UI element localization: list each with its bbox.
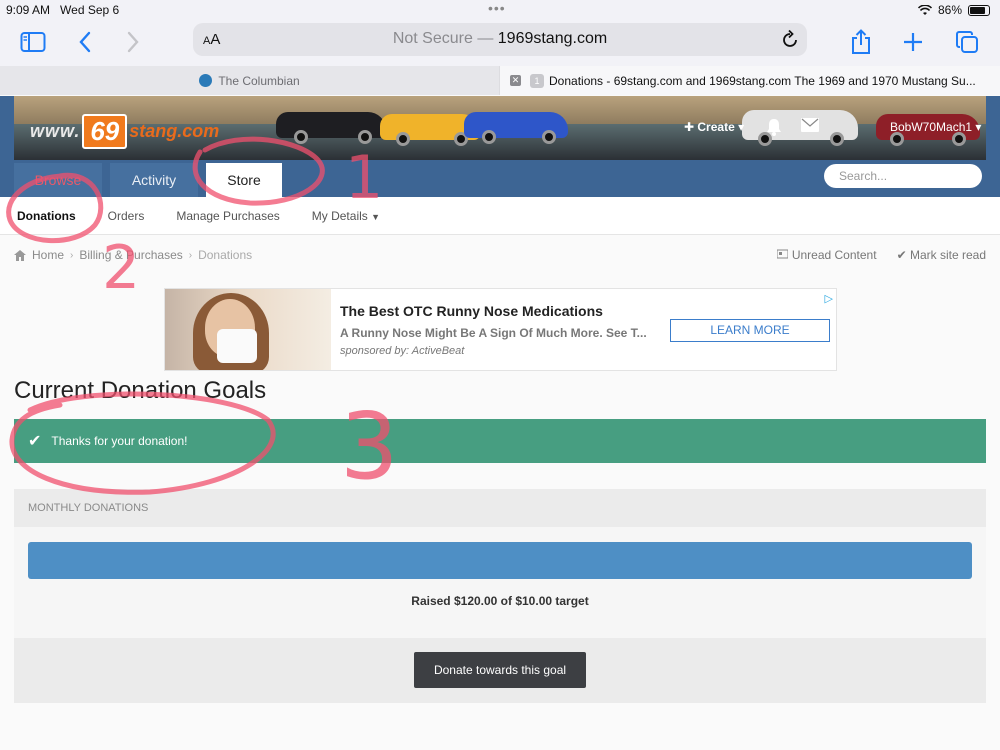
subnav-orders[interactable]: Orders bbox=[108, 209, 145, 223]
breadcrumb-billing[interactable]: Billing & Purchases bbox=[79, 248, 182, 262]
ad-learn-more-button[interactable]: LEARN MORE bbox=[670, 319, 830, 342]
battery-icon bbox=[968, 4, 990, 16]
tab-overview-icon[interactable] bbox=[952, 28, 982, 56]
sidebar-icon[interactable] bbox=[18, 28, 48, 56]
donate-button[interactable]: Donate towards this goal bbox=[414, 652, 586, 688]
search-input[interactable]: Search... bbox=[824, 164, 982, 188]
browser-toolbar: AA Not Secure — 1969stang.com bbox=[0, 20, 1000, 66]
caret-down-icon: ▼ bbox=[371, 211, 381, 222]
ad-title[interactable]: The Best OTC Runny Nose Medications bbox=[340, 303, 603, 319]
home-icon bbox=[14, 249, 26, 261]
multitask-dots-icon[interactable]: ••• bbox=[488, 0, 506, 16]
breadcrumb-home[interactable]: Home bbox=[32, 248, 64, 262]
mail-icon[interactable] bbox=[801, 118, 819, 137]
chevron-right-icon: › bbox=[188, 249, 193, 261]
subnav-donations[interactable]: Donations bbox=[17, 209, 76, 223]
nav-store[interactable]: Store bbox=[206, 163, 282, 197]
nav-browse[interactable]: Browse bbox=[14, 163, 102, 197]
create-menu-button[interactable]: ✚ Create ▾ bbox=[684, 120, 744, 134]
raised-amount: Raised $120.00 of $10.00 target bbox=[411, 594, 589, 608]
battery-percent: 86% bbox=[937, 3, 962, 17]
new-tab-icon[interactable] bbox=[898, 28, 928, 56]
status-bar: 9:09 AM Wed Sep 6 ••• 86% bbox=[0, 0, 1000, 20]
check-icon: ✔ bbox=[896, 248, 907, 262]
user-menu[interactable]: BobW70Mach1 ▾ bbox=[890, 120, 981, 134]
page-title: Current Donation Goals bbox=[14, 377, 267, 404]
newspaper-icon bbox=[776, 249, 789, 259]
forward-icon[interactable] bbox=[118, 28, 148, 56]
chevron-right-icon: › bbox=[70, 249, 74, 261]
wifi-icon bbox=[917, 4, 932, 15]
ad-photo bbox=[165, 289, 331, 370]
site-banner: www. 69 stang.com ✚ Create ▾ BobW70Mach1 ▾ bbox=[14, 96, 986, 160]
site-logo[interactable]: www. 69 stang.com bbox=[30, 114, 219, 149]
share-icon[interactable] bbox=[846, 28, 876, 56]
breadcrumb: Home › Billing & Purchases › Donations bbox=[14, 248, 252, 262]
unread-content-link[interactable]: Unread Content bbox=[776, 248, 877, 262]
breadcrumb-current: Donations bbox=[198, 248, 253, 262]
subnav-manage-purchases[interactable]: Manage Purchases bbox=[176, 209, 279, 223]
columbian-favicon-icon bbox=[199, 74, 213, 87]
ad-sponsor: sponsored by: ActiveBeat bbox=[340, 345, 465, 357]
progress-bar bbox=[28, 542, 972, 579]
progress-fill bbox=[28, 542, 972, 579]
annotation-number-2: 2 bbox=[102, 233, 140, 303]
goal-footer: Donate towards this goal bbox=[14, 638, 986, 703]
breadcrumb-actions: Unread Content ✔ Mark site read bbox=[776, 248, 986, 262]
address-bar[interactable]: AA Not Secure — 1969stang.com bbox=[193, 23, 807, 56]
status-right: 86% bbox=[917, 3, 990, 17]
ad-description: A Runny Nose Might Be A Sign Of Much Mor… bbox=[340, 326, 647, 340]
site-header: www. 69 stang.com ✚ Create ▾ BobW70Mach1 ▾… bbox=[0, 96, 1000, 197]
success-message: ✔ Thanks for your donation! bbox=[14, 419, 986, 463]
advertisement[interactable]: The Best OTC Runny Nose Medications A Ru… bbox=[164, 288, 837, 371]
bell-icon[interactable] bbox=[766, 118, 782, 141]
tab-count-badge: 1 bbox=[530, 73, 544, 88]
tab-the-columbian[interactable]: The Columbian bbox=[0, 66, 499, 95]
nav-activity[interactable]: Activity bbox=[110, 163, 198, 197]
tab-donations[interactable]: ✕ 1 Donations - 69stang.com and 1969stan… bbox=[500, 66, 1000, 95]
subnav-my-details[interactable]: My Details ▼ bbox=[312, 209, 380, 223]
url-text[interactable]: Not Secure — 1969stang.com bbox=[193, 30, 807, 48]
store-subnav: Donations Orders Manage Purchases My Det… bbox=[0, 197, 1000, 235]
goal-heading: MONTHLY DONATIONS bbox=[14, 489, 986, 527]
reload-icon[interactable] bbox=[781, 29, 799, 54]
checkmark-icon: ✔ bbox=[28, 433, 42, 450]
main-nav: Browse Activity Store bbox=[14, 163, 290, 197]
status-time: 9:09 AM Wed Sep 6 bbox=[6, 3, 120, 17]
donation-goal: MONTHLY DONATIONS Raised $120.00 of $10.… bbox=[14, 489, 986, 703]
mark-site-read-link[interactable]: ✔ Mark site read bbox=[897, 248, 986, 262]
close-tab-icon[interactable]: ✕ bbox=[510, 75, 521, 86]
browser-tabs: The Columbian ✕ 1 Donations - 69stang.co… bbox=[0, 66, 1000, 95]
adchoices-icon[interactable]: ▷ bbox=[825, 292, 833, 305]
back-icon[interactable] bbox=[70, 28, 100, 56]
